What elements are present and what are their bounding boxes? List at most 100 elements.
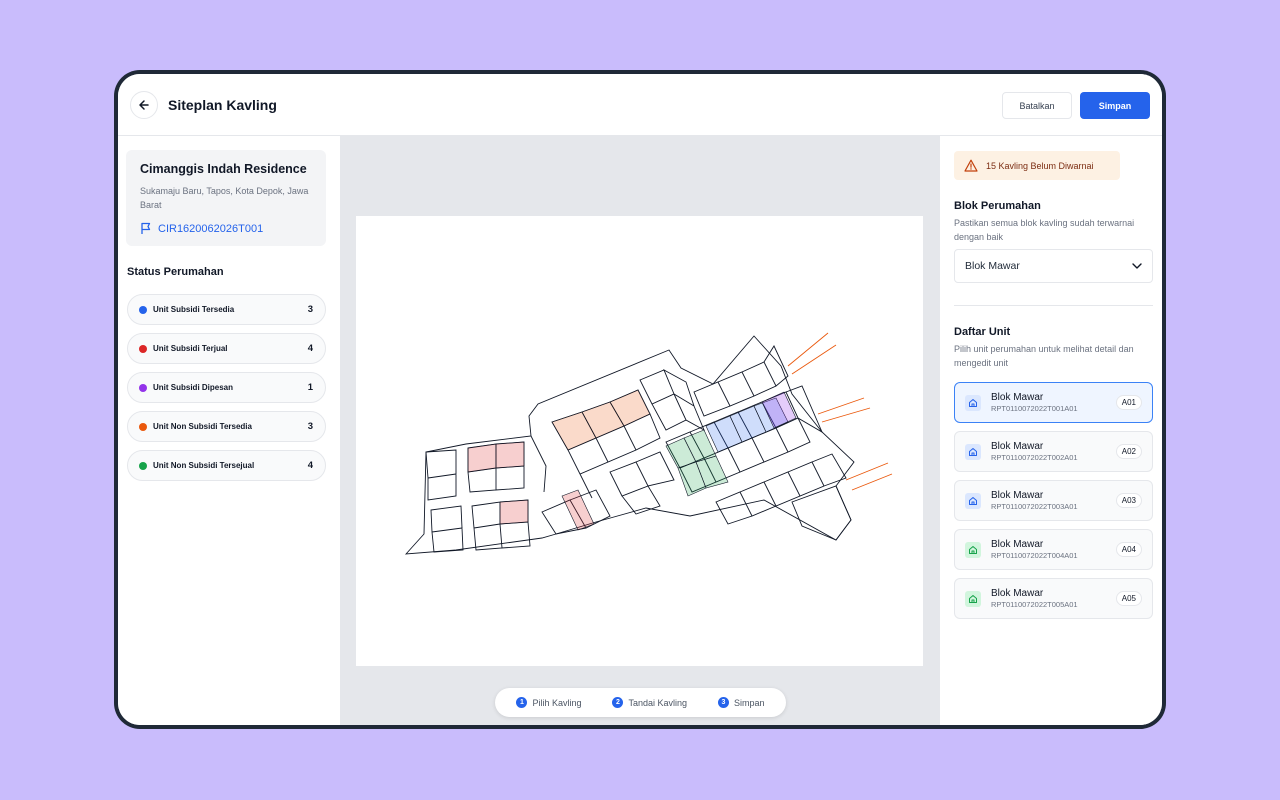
arrow-left-icon [139,100,149,110]
unit-item[interactable]: Blok Mawar RPT0110072022T004A01 A04 [954,529,1153,570]
project-card: Cimanggis Indah Residence Sukamaju Baru,… [126,150,326,246]
blok-title: Blok Perumahan [954,200,1041,212]
project-address: Sukamaju Baru, Tapos, Kota Depok, Jawa B… [140,186,309,210]
unit-icon-box [965,492,981,509]
step-label: Tandai Kavling [628,697,688,708]
unit-text: Blok Mawar RPT0110072022T005A01 [991,588,1116,609]
home-icon [969,398,977,407]
home-icon [969,447,977,456]
blok-select-value: Blok Mawar [965,260,1020,272]
unit-item[interactable]: Blok Mawar RPT0110072022T003A01 A03 [954,480,1153,521]
block-bottom-right [715,453,852,541]
unit-name: Blok Mawar [991,490,1044,501]
road-line [787,332,829,367]
project-code[interactable]: CIR1620062026T001 [140,222,312,235]
plot-terjual-4[interactable] [561,489,595,531]
status-item-subsidi-dipesan[interactable]: Unit Subsidi Dipesan 1 [127,372,326,403]
stepper: 1 Pilih Kavling 2 Tandai Kavling 3 Simpa… [495,688,786,717]
unit-text: Blok Mawar RPT0110072022T001A01 [991,392,1116,413]
divider [954,305,1153,306]
status-count: 4 [307,343,313,354]
unit-text: Blok Mawar RPT0110072022T003A01 [991,490,1116,511]
road-line [845,462,889,481]
device-frame: Siteplan Kavling Batalkan Simpan Cimangg… [114,70,1166,729]
unit-code: RPT0110072022T004A01 [991,551,1078,560]
app-screen: Siteplan Kavling Batalkan Simpan Cimangg… [118,74,1162,725]
step-label: Pilih Kavling [532,697,582,708]
left-panel: Cimanggis Indah Residence Sukamaju Baru,… [118,136,340,725]
unit-name: Blok Mawar [991,392,1044,403]
unit-badge: A05 [1115,591,1142,606]
road-line [791,344,837,375]
status-count: 3 [307,421,313,432]
save-button[interactable]: Simpan [1080,92,1150,119]
project-name: Cimanggis Indah Residence [140,162,307,176]
unit-name: Blok Mawar [991,588,1044,599]
status-item-non-subsidi-tersejual[interactable]: Unit Non Subsidi Tersejual 4 [127,450,326,481]
step-number: 2 [612,697,624,708]
status-dot [139,305,147,314]
unit-code: RPT0110072022T003A01 [991,502,1078,511]
warning-icon [964,159,978,172]
status-count: 3 [307,304,313,315]
unit-icon-box [965,394,981,411]
block-left [425,449,464,553]
road-line [851,473,893,491]
step-pilih-kavling[interactable]: 1 Pilih Kavling [516,697,582,708]
unit-badge: A02 [1115,444,1142,459]
unit-text: Blok Mawar RPT0110072022T002A01 [991,441,1116,462]
right-panel: 15 Kavling Belum Diwarnai Blok Perumahan… [940,136,1162,725]
unit-badge: A01 [1115,395,1142,410]
cancel-button[interactable]: Batalkan [1002,92,1072,119]
step-tandai-kavling[interactable]: 2 Tandai Kavling [612,697,687,708]
unit-item[interactable]: Blok Mawar RPT0110072022T002A01 A02 [954,431,1153,472]
unit-code: RPT0110072022T001A01 [991,404,1078,413]
page-title: Siteplan Kavling [168,97,277,113]
chevron-down-icon [1132,263,1142,269]
status-item-subsidi-terjual[interactable]: Unit Subsidi Terjual 4 [127,333,326,364]
unit-name: Blok Mawar [991,441,1044,452]
home-icon [969,594,977,603]
back-button[interactable] [130,91,158,119]
units-title: Daftar Unit [954,326,1011,338]
block-mid-small [541,451,675,535]
unit-item[interactable]: Blok Mawar RPT0110072022T001A01 A01 [954,382,1153,423]
siteplan-canvas[interactable]: 1 Pilih Kavling 2 Tandai Kavling 3 Simpa… [340,136,940,725]
warning-text: 15 Kavling Belum Diwarnai [986,160,1094,171]
unit-icon-box [965,590,981,607]
header: Siteplan Kavling Batalkan Simpan [118,74,1162,136]
home-icon [969,545,977,554]
status-label: Unit Non Subsidi Tersedia [153,422,252,431]
siteplan-drawing[interactable] [356,216,923,666]
plot-terjual-3[interactable] [499,499,529,525]
step-simpan[interactable]: 3 Simpan [718,697,765,708]
status-dot [139,344,147,353]
unit-text: Blok Mawar RPT0110072022T004A01 [991,539,1116,560]
status-item-subsidi-tersedia[interactable]: Unit Subsidi Tersedia 3 [127,294,326,325]
status-label: Unit Subsidi Terjual [153,344,228,353]
status-count: 1 [307,382,313,393]
status-dot [139,422,147,431]
status-dot [139,383,147,392]
status-item-non-subsidi-tersedia[interactable]: Unit Non Subsidi Tersedia 3 [127,411,326,442]
plot-terjual-1[interactable] [467,443,497,473]
units-subtitle: Pilih unit perumahan untuk melihat detai… [954,344,1134,368]
unit-code: RPT0110072022T002A01 [991,453,1078,462]
home-icon [969,496,977,505]
status-dot [139,461,147,470]
project-code-text: CIR1620062026T001 [158,222,264,235]
status-title: Status Perumahan [127,266,224,278]
siteplan-map[interactable] [356,216,923,666]
step-number: 3 [718,697,729,708]
unit-item[interactable]: Blok Mawar RPT0110072022T005A01 A05 [954,578,1153,619]
blok-select[interactable]: Blok Mawar [954,249,1153,283]
flag-icon [141,222,151,234]
unit-badge: A03 [1115,493,1142,508]
status-count: 4 [307,460,313,471]
unit-icon-box [965,541,981,558]
unit-icon-box [965,443,981,460]
plot-terjual-2[interactable] [495,441,525,469]
status-label: Unit Subsidi Tersedia [153,305,235,314]
unit-name: Blok Mawar [991,539,1044,550]
status-label: Unit Non Subsidi Tersejual [153,461,255,470]
